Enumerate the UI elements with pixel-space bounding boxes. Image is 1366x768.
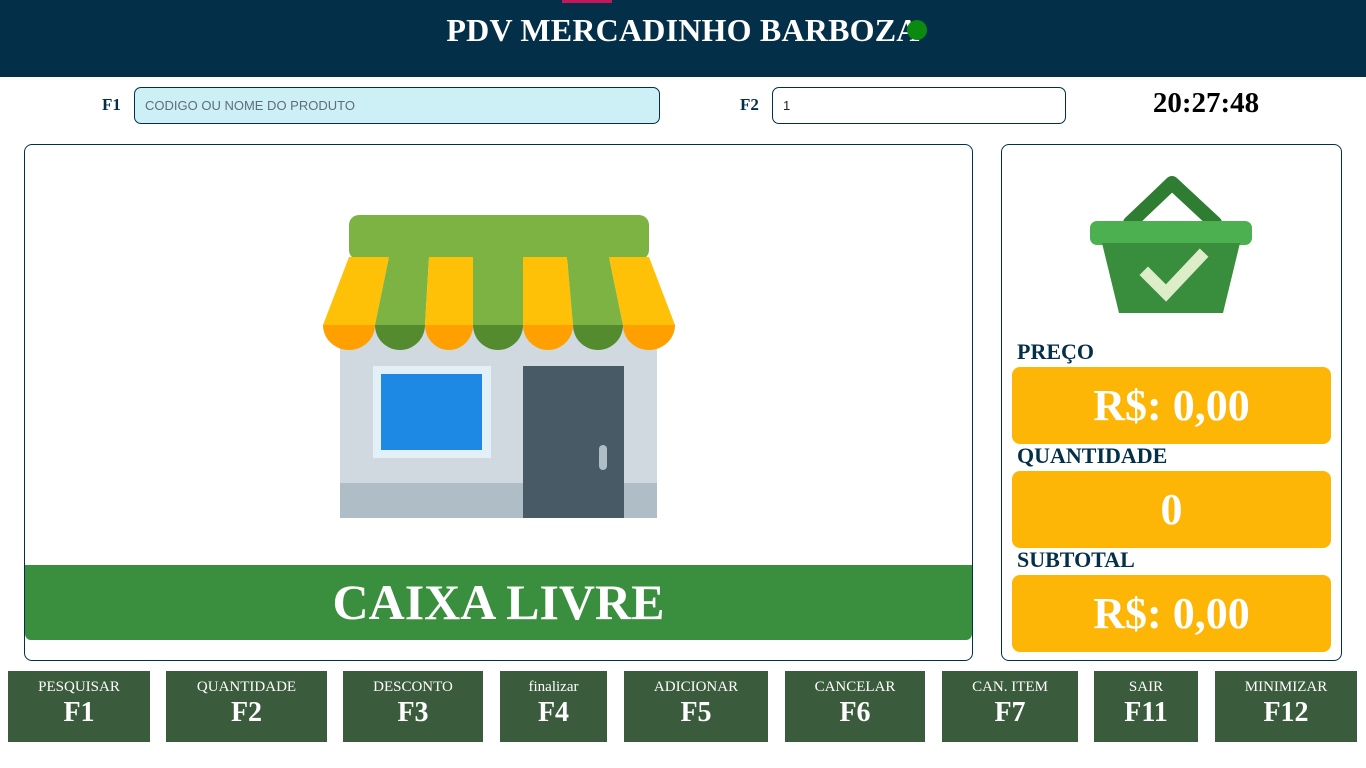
fkey-exit-button[interactable]: SAIR F11 [1094,671,1198,742]
fkey-shortcut: F5 [680,697,712,728]
fkey-discount-button[interactable]: DESCONTO F3 [343,671,483,742]
fkey-cancel-button[interactable]: CANCELAR F6 [785,671,925,742]
header-bar: PDV MERCADINHO BARBOZA [0,0,1366,77]
store-icon [323,215,675,518]
online-status-indicator [907,20,927,40]
fkey-label: CANCELAR [814,679,896,695]
fkey-label: SAIR [1128,679,1164,695]
fkey-cancel-item-button[interactable]: CAN. ITEM F7 [942,671,1078,742]
product-search-input[interactable] [134,87,660,124]
fkey-finalize-button[interactable]: finalizar F4 [500,671,607,742]
fkey-shortcut: F3 [397,697,429,728]
fkey-add-button[interactable]: ADICIONAR F5 [624,671,768,742]
fkey-quantity-button[interactable]: QUANTIDADE F2 [166,671,327,742]
fkey-label: MINIMIZAR [1244,679,1328,695]
fkey-label: ADICIONAR [653,679,739,695]
fkey-search-button[interactable]: PESQUISAR F1 [8,671,150,742]
quantity-value: 0 [1012,471,1331,548]
totals-panel: PREÇO R$: 0,00 QUANTIDADE 0 SUBTOTAL R$:… [1001,144,1342,661]
search-shortcut-label: F1 [102,95,121,114]
header-accent [562,0,612,3]
subtotal-value: R$: 0,00 [1012,575,1331,652]
quantity-shortcut-label: F2 [740,95,759,114]
fkey-label: CAN. ITEM [972,679,1048,695]
fkey-shortcut: F11 [1124,697,1168,728]
main-panel: CAIXA LIVRE [24,144,973,661]
fkey-shortcut: F2 [230,697,263,728]
quantity-label: QUANTIDADE [1017,443,1168,468]
fkey-label: DESCONTO [373,679,453,695]
fkey-shortcut: F6 [839,697,871,728]
fkey-label: PESQUISAR [38,679,120,695]
clock: 20:27:48 [1152,87,1260,119]
quantity-input[interactable] [772,87,1066,124]
price-value: R$: 0,00 [1012,367,1331,444]
basket-check-icon [1090,176,1252,313]
fkey-minimize-button[interactable]: MINIMIZAR F12 [1215,671,1357,742]
subtotal-label: SUBTOTAL [1017,547,1135,572]
fkey-shortcut: F7 [994,697,1026,728]
fkey-shortcut: F1 [63,697,95,728]
price-label: PREÇO [1017,339,1094,364]
fkey-label: QUANTIDADE [196,679,297,695]
app-title: PDV MERCADINHO BARBOZA [446,12,920,48]
fkey-shortcut: F12 [1263,697,1309,728]
fkey-shortcut: F4 [537,697,570,728]
cashier-status-banner: CAIXA LIVRE [25,565,972,640]
fkey-label: finalizar [528,679,579,695]
